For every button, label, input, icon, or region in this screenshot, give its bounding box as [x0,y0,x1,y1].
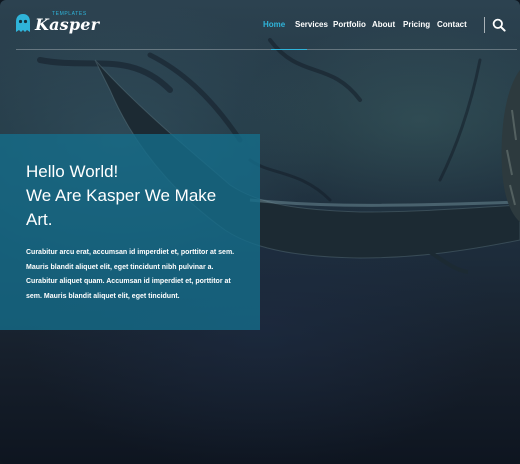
hero-title-line3: Art. [26,210,53,229]
nav-item-pricing[interactable]: Pricing [403,20,430,29]
branch-twig [428,250,469,274]
logo-wordmark: Kasper [35,15,100,34]
nav-item-contact[interactable]: Contact [437,20,467,29]
search-icon[interactable] [492,18,506,32]
nav-item-about[interactable]: About [372,20,395,29]
ghost-icon [16,14,30,32]
nav-divider [16,49,517,50]
branch-highlight [249,198,520,207]
nav-item-portfolio[interactable]: Portfolio [333,20,366,29]
hero-title-line2: We Are Kasper We Make [26,186,217,205]
nav-item-services[interactable]: Services [295,20,328,29]
hero-box: Hello World! We Are Kasper We Make Art. … [0,134,260,330]
owl [501,70,520,222]
hero-title-line1: Hello World! [26,162,119,181]
hero-paragraph: Curabitur arcu erat, accumsan id imperdi… [26,249,235,300]
nav-item-home[interactable]: Home [263,20,285,29]
logo[interactable]: TEMPLATES Kasper [14,11,99,37]
nav-active-indicator [271,49,307,50]
nav-separator [484,17,485,33]
page-frame: TEMPLATES Kasper Home Services Portfolio… [0,0,520,464]
navbar: TEMPLATES Kasper Home Services Portfolio… [0,0,520,50]
hero-title: Hello World! We Are Kasper We Make Art. [26,160,246,232]
